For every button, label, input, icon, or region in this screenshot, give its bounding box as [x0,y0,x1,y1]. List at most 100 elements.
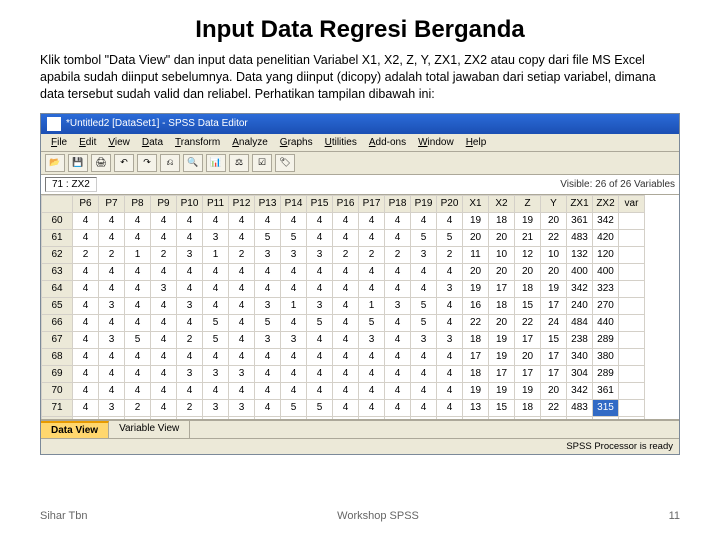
cell[interactable]: 20 [541,382,567,399]
cell[interactable]: 4 [437,365,463,382]
cell[interactable]: 4 [73,365,99,382]
cell[interactable]: 3 [411,246,437,263]
tab-variable-view[interactable]: Variable View [109,421,190,438]
cell[interactable]: 16 [463,297,489,314]
column-header[interactable]: ZX2 [593,195,619,212]
cell[interactable]: 4 [385,314,411,331]
column-header[interactable]: P8 [125,195,151,212]
cell[interactable]: 4 [359,399,385,416]
cell[interactable]: 3 [151,280,177,297]
cell[interactable] [619,365,645,382]
cell[interactable]: 4 [281,382,307,399]
cell[interactable]: 4 [99,314,125,331]
cell[interactable]: 19 [463,280,489,297]
open-icon[interactable]: 📂 [45,154,65,172]
cell[interactable]: 20 [463,229,489,246]
cell[interactable]: 4 [229,331,255,348]
cell[interactable]: 4 [255,348,281,365]
cell[interactable]: 22 [541,399,567,416]
cell[interactable]: 4 [437,399,463,416]
cell[interactable]: 19 [515,382,541,399]
row-header[interactable]: 63 [42,263,73,280]
cell[interactable]: 18 [515,280,541,297]
column-header[interactable]: P13 [255,195,281,212]
cell[interactable]: 4 [437,297,463,314]
cell[interactable]: 4 [73,212,99,229]
cell[interactable]: 4 [177,314,203,331]
cell[interactable]: 4 [255,280,281,297]
cell[interactable] [177,416,203,420]
row-header[interactable]: 71 [42,399,73,416]
cell[interactable]: 5 [359,314,385,331]
cell[interactable]: 20 [541,212,567,229]
cell[interactable]: 4 [333,297,359,314]
cell[interactable]: 400 [567,263,593,280]
column-header[interactable]: Y [541,195,567,212]
cell[interactable]: 4 [385,399,411,416]
cell[interactable]: 4 [281,263,307,280]
cell[interactable]: 4 [73,399,99,416]
cell[interactable]: 4 [333,382,359,399]
cell[interactable]: 4 [307,212,333,229]
column-header[interactable]: P10 [177,195,203,212]
cell[interactable]: 2 [177,331,203,348]
cell[interactable]: 4 [229,229,255,246]
cell[interactable]: 4 [307,263,333,280]
cell[interactable]: 4 [437,348,463,365]
cell[interactable] [385,416,411,420]
cell[interactable] [541,416,567,420]
cell[interactable] [229,416,255,420]
cell[interactable]: 4 [333,365,359,382]
column-header[interactable] [42,195,73,212]
cell[interactable]: 2 [177,399,203,416]
cell[interactable]: 4 [333,348,359,365]
cell[interactable]: 24 [541,314,567,331]
column-header[interactable]: P12 [229,195,255,212]
cell[interactable]: 4 [411,212,437,229]
column-header[interactable]: X1 [463,195,489,212]
cell[interactable]: 304 [567,365,593,382]
cell[interactable]: 4 [359,212,385,229]
cell[interactable]: 5 [125,331,151,348]
cell[interactable]: 15 [489,399,515,416]
cell[interactable]: 5 [307,399,333,416]
cell[interactable]: 323 [593,280,619,297]
cell[interactable]: 4 [229,314,255,331]
menu-add-ons[interactable]: Add-ons [363,136,412,149]
column-header[interactable]: Z [515,195,541,212]
cell[interactable]: 4 [99,280,125,297]
menu-window[interactable]: Window [412,136,460,149]
cell[interactable]: 2 [359,246,385,263]
cell[interactable] [463,416,489,420]
cell[interactable]: 4 [333,229,359,246]
cell[interactable]: 20 [541,263,567,280]
cell[interactable]: 4 [125,229,151,246]
cell[interactable]: 4 [307,229,333,246]
cell[interactable]: 4 [229,297,255,314]
column-header[interactable]: P16 [333,195,359,212]
cell[interactable]: 4 [385,348,411,365]
cell[interactable]: 20 [515,263,541,280]
value-labels-icon[interactable]: 🏷 [275,154,295,172]
cell[interactable]: 3 [177,297,203,314]
cell[interactable] [619,399,645,416]
cell[interactable]: 20 [463,263,489,280]
cell[interactable]: 4 [229,348,255,365]
cell[interactable]: 18 [489,212,515,229]
cell[interactable]: 289 [593,331,619,348]
cell[interactable]: 4 [411,382,437,399]
cell[interactable] [619,263,645,280]
cell[interactable]: 17 [541,297,567,314]
cell[interactable]: 4 [255,263,281,280]
cell[interactable]: 4 [73,297,99,314]
row-header[interactable]: 69 [42,365,73,382]
cell[interactable]: 4 [151,212,177,229]
undo-icon[interactable]: ↶ [114,154,134,172]
menu-edit[interactable]: Edit [73,136,102,149]
cell[interactable]: 4 [99,382,125,399]
cell[interactable]: 17 [515,365,541,382]
cell[interactable]: 4 [99,348,125,365]
cell[interactable]: 3 [255,246,281,263]
cell[interactable]: 4 [307,382,333,399]
cell[interactable]: 4 [151,314,177,331]
